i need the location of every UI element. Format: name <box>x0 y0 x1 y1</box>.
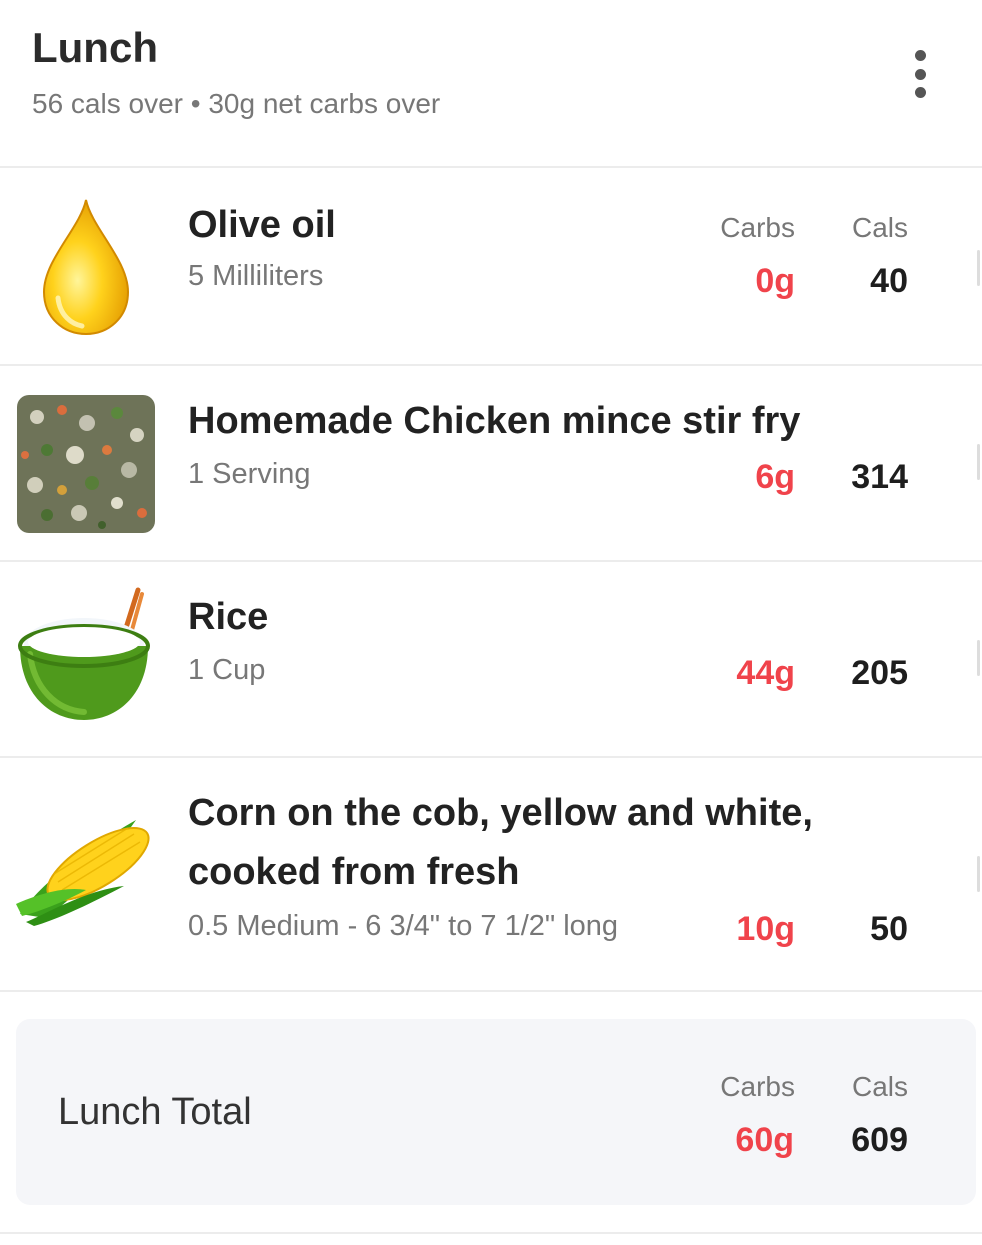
food-cals: 50 <box>870 910 908 948</box>
olive-oil-drop-icon <box>16 198 156 338</box>
food-serving: 1 Serving <box>188 458 311 490</box>
food-cals: 205 <box>851 654 908 692</box>
more-options-icon[interactable] <box>900 46 940 102</box>
food-name-line2: cooked from fresh <box>188 851 520 893</box>
food-serving: 1 Cup <box>188 654 266 686</box>
rice-bowl-icon <box>16 584 156 724</box>
food-name: Rice <box>188 596 269 638</box>
meal-header: Lunch 56 cals over • 30g net carbs over <box>0 0 982 168</box>
food-carbs: 6g <box>755 458 795 496</box>
food-carbs: 0g <box>755 262 795 300</box>
divider <box>0 1232 982 1234</box>
food-cals: 314 <box>851 458 908 496</box>
food-name: Homemade Chicken mince stir fry <box>188 400 801 442</box>
food-item-rice[interactable]: Rice 1 Cup 44g 205 <box>0 562 982 758</box>
meal-total-card: Lunch Total Carbs Cals 60g 609 <box>16 1019 976 1205</box>
meal-total-cals: 609 <box>851 1121 908 1159</box>
food-carbs: 44g <box>736 654 795 692</box>
food-carbs: 10g <box>736 910 795 948</box>
carbs-column-header: Carbs <box>720 1071 795 1102</box>
food-serving: 0.5 Medium - 6 3/4" to 7 1/2" long <box>188 910 619 942</box>
meal-total-label: Lunch Total <box>58 1091 252 1133</box>
food-name: Olive oil <box>188 204 336 246</box>
meal-title: Lunch <box>32 24 158 71</box>
row-edge-handle <box>977 250 980 286</box>
row-edge-handle <box>977 640 980 676</box>
corn-cob-icon <box>16 794 156 934</box>
food-item-corn-on-the-cob[interactable]: Corn on the cob, yellow and white, cooke… <box>0 758 982 992</box>
meal-total-carbs: 60g <box>735 1121 794 1159</box>
meal-summary: 56 cals over • 30g net carbs over <box>32 88 441 119</box>
cals-column-header: Cals <box>851 1071 908 1102</box>
food-cals: 40 <box>870 262 908 300</box>
stir-fry-photo <box>16 394 156 534</box>
cals-column-header: Cals <box>851 212 908 243</box>
food-name-line1: Corn on the cob, yellow and white, <box>188 792 813 834</box>
row-edge-handle <box>977 444 980 480</box>
food-item-olive-oil[interactable]: Olive oil 5 Milliliters Carbs Cals 0g 40 <box>0 170 982 366</box>
food-serving: 5 Milliliters <box>188 260 324 292</box>
row-edge-handle <box>977 856 980 892</box>
carbs-column-header: Carbs <box>720 212 795 243</box>
food-item-chicken-stir-fry[interactable]: Homemade Chicken mince stir fry 1 Servin… <box>0 366 982 562</box>
